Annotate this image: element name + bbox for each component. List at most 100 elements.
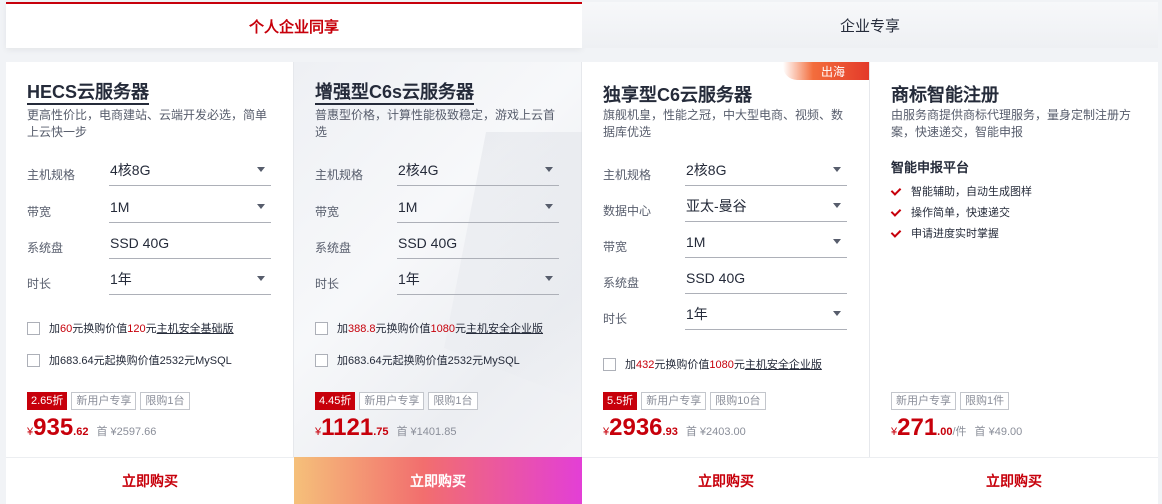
spec-label: 带宽: [27, 205, 52, 219]
addon-security: 加388.8元换购价值1080元主机安全企业版: [315, 320, 565, 336]
addon-security: 加432元换购价值1080元主机安全企业版: [603, 356, 853, 372]
price-decimal: .93: [662, 426, 678, 438]
tab-enterprise-only[interactable]: 企业专享: [582, 2, 1158, 48]
discount-badge: 5.5折: [603, 392, 638, 410]
tag-list: 2.65折 新用户专享 限购1台: [27, 392, 190, 410]
spec-value: SSD 40G: [686, 270, 746, 286]
spec-value: 2核4G: [398, 162, 439, 178]
addon-link[interactable]: 主机安全企业版: [745, 359, 822, 371]
spec-select-bandwidth[interactable]: 1M: [685, 232, 847, 258]
spec-row-instance: 主机规格 4核8G: [27, 160, 272, 186]
spec-value: 1M: [110, 199, 130, 215]
addon-checkbox[interactable]: [27, 353, 40, 367]
addon-checkbox[interactable]: [27, 321, 40, 335]
price-integer: 935: [33, 414, 74, 441]
spec-select-bandwidth[interactable]: 1M: [397, 197, 559, 223]
price-decimal: .00: [937, 426, 953, 438]
addon-security: 加60元换购价值120元主机安全基础版: [27, 320, 277, 336]
card-title[interactable]: 增强型C6s云服务器: [315, 81, 475, 105]
tag-new-user: 新用户专享: [359, 392, 425, 410]
spec-value: SSD 40G: [110, 235, 170, 251]
spec-label: 时长: [603, 312, 628, 326]
price-unit: /件: [952, 426, 967, 438]
addon-mysql: 加683.64元起换购价值2532元MySQL: [27, 352, 277, 368]
spec-select-duration[interactable]: 1年: [685, 304, 847, 330]
caret-down-icon: [257, 276, 265, 281]
caret-down-icon: [545, 204, 553, 209]
caret-down-icon: [833, 203, 841, 208]
addon-mysql: 加683.64元起换购价值2532元MySQL: [315, 352, 565, 368]
spec-select-duration[interactable]: 1年: [397, 269, 559, 295]
addon-text: 加683.64元起换购价值2532元MySQL: [337, 355, 520, 367]
addon-text: 加432元换购价值1080元主机安全企业版: [625, 359, 822, 371]
spec-label: 系统盘: [315, 241, 352, 255]
spec-select-bandwidth[interactable]: 1M: [109, 197, 271, 223]
addon-text: 加60元换购价值120元主机安全基础版: [49, 323, 234, 335]
spec-label: 主机规格: [603, 168, 652, 182]
price: ¥271.00/件首 ¥49.00: [891, 414, 1022, 442]
tag-new-user: 新用户专享: [641, 392, 707, 410]
card-trademark: 商标智能注册 由服务商提供商标代理服务，量身定制注册方案，快速递交，智能申报 智…: [870, 62, 1158, 504]
spec-select-instance[interactable]: 4核8G: [109, 160, 271, 186]
tag-limit: 限购1台: [140, 392, 190, 410]
spec-row-bandwidth: 带宽 1M: [27, 197, 272, 223]
feature-text: 申请进度实时掌握: [911, 227, 999, 240]
addon-text: 加683.64元起换购价值2532元MySQL: [49, 355, 232, 367]
overseas-badge: 出海: [783, 62, 869, 80]
price-decimal: .62: [73, 426, 89, 438]
buy-button[interactable]: 立即购买: [582, 457, 870, 504]
card-description: 更高性价比，电商建站、云端开发必选，简单上云快一步: [27, 108, 268, 139]
addon-link[interactable]: 主机安全基础版: [157, 323, 234, 335]
addon-checkbox[interactable]: [315, 353, 328, 367]
tag-new-user: 新用户专享: [71, 392, 137, 410]
check-icon: [891, 228, 901, 238]
spec-select-instance[interactable]: 2核8G: [685, 160, 847, 186]
spec-select-duration[interactable]: 1年: [109, 269, 271, 295]
card-title[interactable]: 独享型C6云服务器: [603, 81, 752, 107]
spec-value: SSD 40G: [398, 235, 458, 251]
caret-down-icon: [545, 276, 553, 281]
addon-link[interactable]: 主机安全企业版: [466, 323, 543, 335]
card-c6s: 增强型C6s云服务器 普惠型价格，计算性能极致稳定，游戏上云首选 主机规格 2核…: [294, 62, 584, 504]
spec-label: 主机规格: [315, 168, 364, 182]
buy-button[interactable]: 立即购买: [294, 457, 582, 504]
spec-value-disk: SSD 40G: [109, 233, 271, 259]
spec-label: 主机规格: [27, 168, 76, 182]
spec-row-instance: 主机规格 2核8G: [603, 160, 848, 186]
caret-down-icon: [833, 167, 841, 172]
spec-select-instance[interactable]: 2核4G: [397, 160, 559, 186]
original-price: 首 ¥2403.00: [685, 426, 746, 438]
caret-down-icon: [257, 167, 265, 172]
tag-new-user: 新用户专享: [891, 392, 956, 410]
spec-value: 1年: [686, 306, 708, 322]
card-title[interactable]: HECS云服务器: [27, 81, 150, 105]
buy-button[interactable]: 立即购买: [6, 457, 294, 504]
tag-limit: 限购10台: [710, 392, 766, 410]
spec-row-duration: 时长 1年: [603, 304, 848, 330]
feature-heading: 智能申报平台: [891, 160, 970, 175]
spec-row-disk: 系统盘 SSD 40G: [603, 268, 848, 294]
feature-item: 申请进度实时掌握: [891, 222, 1032, 243]
buy-button[interactable]: 立即购买: [870, 457, 1158, 504]
addon-checkbox[interactable]: [315, 321, 328, 335]
tab-personal-enterprise[interactable]: 个人企业同享: [6, 2, 582, 48]
spec-value: 4核8G: [110, 162, 151, 178]
caret-down-icon: [257, 204, 265, 209]
card-hecs: HECS云服务器 更高性价比，电商建站、云端开发必选，简单上云快一步 主机规格 …: [6, 62, 294, 504]
spec-label: 带宽: [315, 205, 340, 219]
card-title[interactable]: 商标智能注册: [891, 81, 999, 107]
feature-text: 智能辅助，自动生成图样: [911, 185, 1032, 198]
check-icon: [891, 186, 901, 196]
spec-value-disk: SSD 40G: [397, 233, 559, 259]
spec-value: 1M: [398, 199, 418, 215]
spec-value: 亚太-曼谷: [686, 198, 747, 214]
tag-list: 新用户专享 限购1件: [891, 392, 1010, 410]
caret-down-icon: [545, 167, 553, 172]
discount-badge: 4.45折: [315, 392, 356, 410]
spec-label: 时长: [27, 277, 52, 291]
spec-row-region: 数据中心 亚太-曼谷: [603, 196, 848, 222]
addon-checkbox[interactable]: [603, 357, 616, 371]
card-c6: 出海 独享型C6云服务器 旗舰机皇，性能之冠，中大型电商、视频、数据库优选 主机…: [582, 62, 870, 504]
spec-select-region[interactable]: 亚太-曼谷: [685, 196, 847, 222]
feature-list: 智能辅助，自动生成图样 操作简单，快速递交 申请进度实时掌握: [891, 180, 1032, 243]
